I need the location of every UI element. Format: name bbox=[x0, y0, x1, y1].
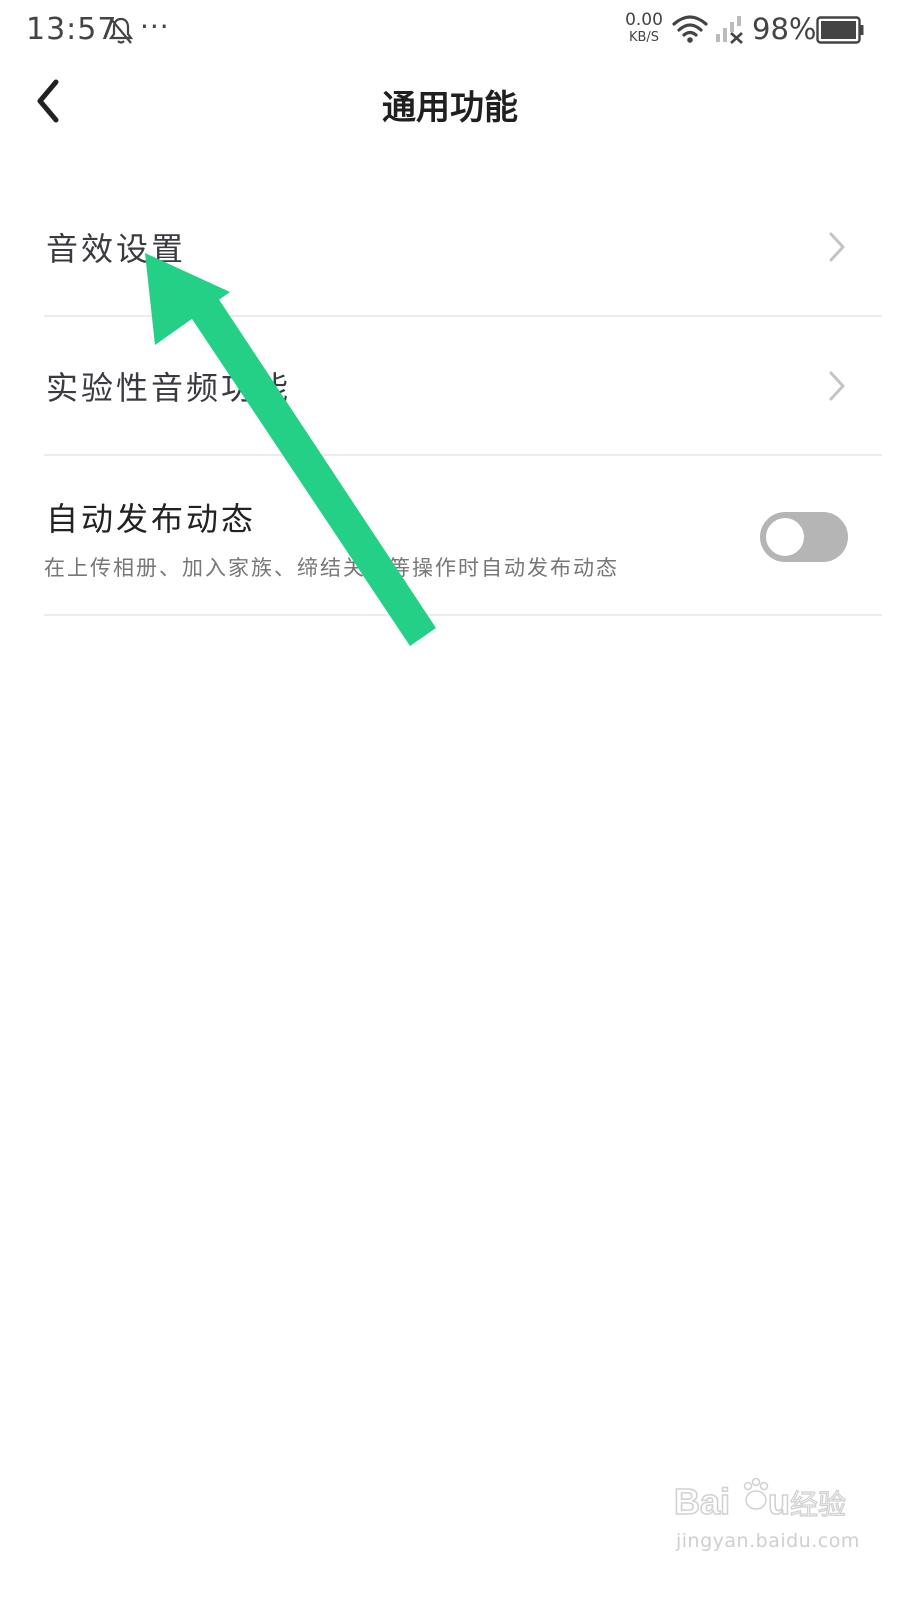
chevron-right-icon bbox=[829, 371, 845, 400]
auto-post-row: 自动发布动态 在上传相册、加入家族、缔结关系等操作时自动发布动态 bbox=[44, 456, 882, 616]
battery-icon bbox=[816, 16, 864, 44]
title-bar: 通用功能 bbox=[0, 64, 900, 144]
sound-effect-settings-label: 音效设置 bbox=[46, 229, 187, 268]
svg-text:Bai: Bai bbox=[674, 1481, 730, 1522]
auto-post-title: 自动发布动态 bbox=[46, 500, 257, 538]
watermark-url: jingyan.baidu.com bbox=[676, 1530, 860, 1552]
status-time: 13:57 bbox=[26, 12, 118, 47]
network-speed: 0.00 KB/S bbox=[622, 10, 666, 45]
svg-text:u: u bbox=[768, 1481, 790, 1522]
experimental-audio-row[interactable]: 实验性音频功能 bbox=[44, 317, 882, 456]
page-title: 通用功能 bbox=[382, 88, 518, 128]
sound-effect-settings-row[interactable]: 音效设置 bbox=[44, 178, 882, 317]
auto-post-subtitle: 在上传相册、加入家族、缔结关系等操作时自动发布动态 bbox=[44, 556, 619, 580]
svg-text:经验: 经验 bbox=[790, 1488, 846, 1521]
toggle-knob bbox=[766, 518, 804, 556]
baidu-logo-icon: Bai u 经验 bbox=[673, 1477, 847, 1523]
chevron-right-icon bbox=[829, 232, 845, 261]
network-speed-value: 0.00 bbox=[625, 10, 663, 30]
baidu-jingyan-watermark: Bai u 经验 jingyan.baidu.com bbox=[672, 1470, 859, 1560]
experimental-audio-label: 实验性音频功能 bbox=[46, 368, 292, 407]
wifi-icon bbox=[672, 15, 708, 43]
signal-no-service-icon bbox=[716, 16, 743, 44]
battery-percent: 98% bbox=[752, 12, 817, 46]
settings-list: 音效设置 实验性音频功能 自动发布动态 在上传相册、加入家族、缔结关系等操作时自… bbox=[0, 178, 900, 616]
bell-off-icon bbox=[108, 17, 134, 44]
network-speed-unit: KB/S bbox=[628, 30, 660, 45]
more-dots-icon: ··· bbox=[140, 10, 170, 43]
auto-post-toggle[interactable] bbox=[760, 512, 848, 562]
status-bar: 13:57 ··· 0.00 KB/S 98% bbox=[0, 0, 900, 64]
